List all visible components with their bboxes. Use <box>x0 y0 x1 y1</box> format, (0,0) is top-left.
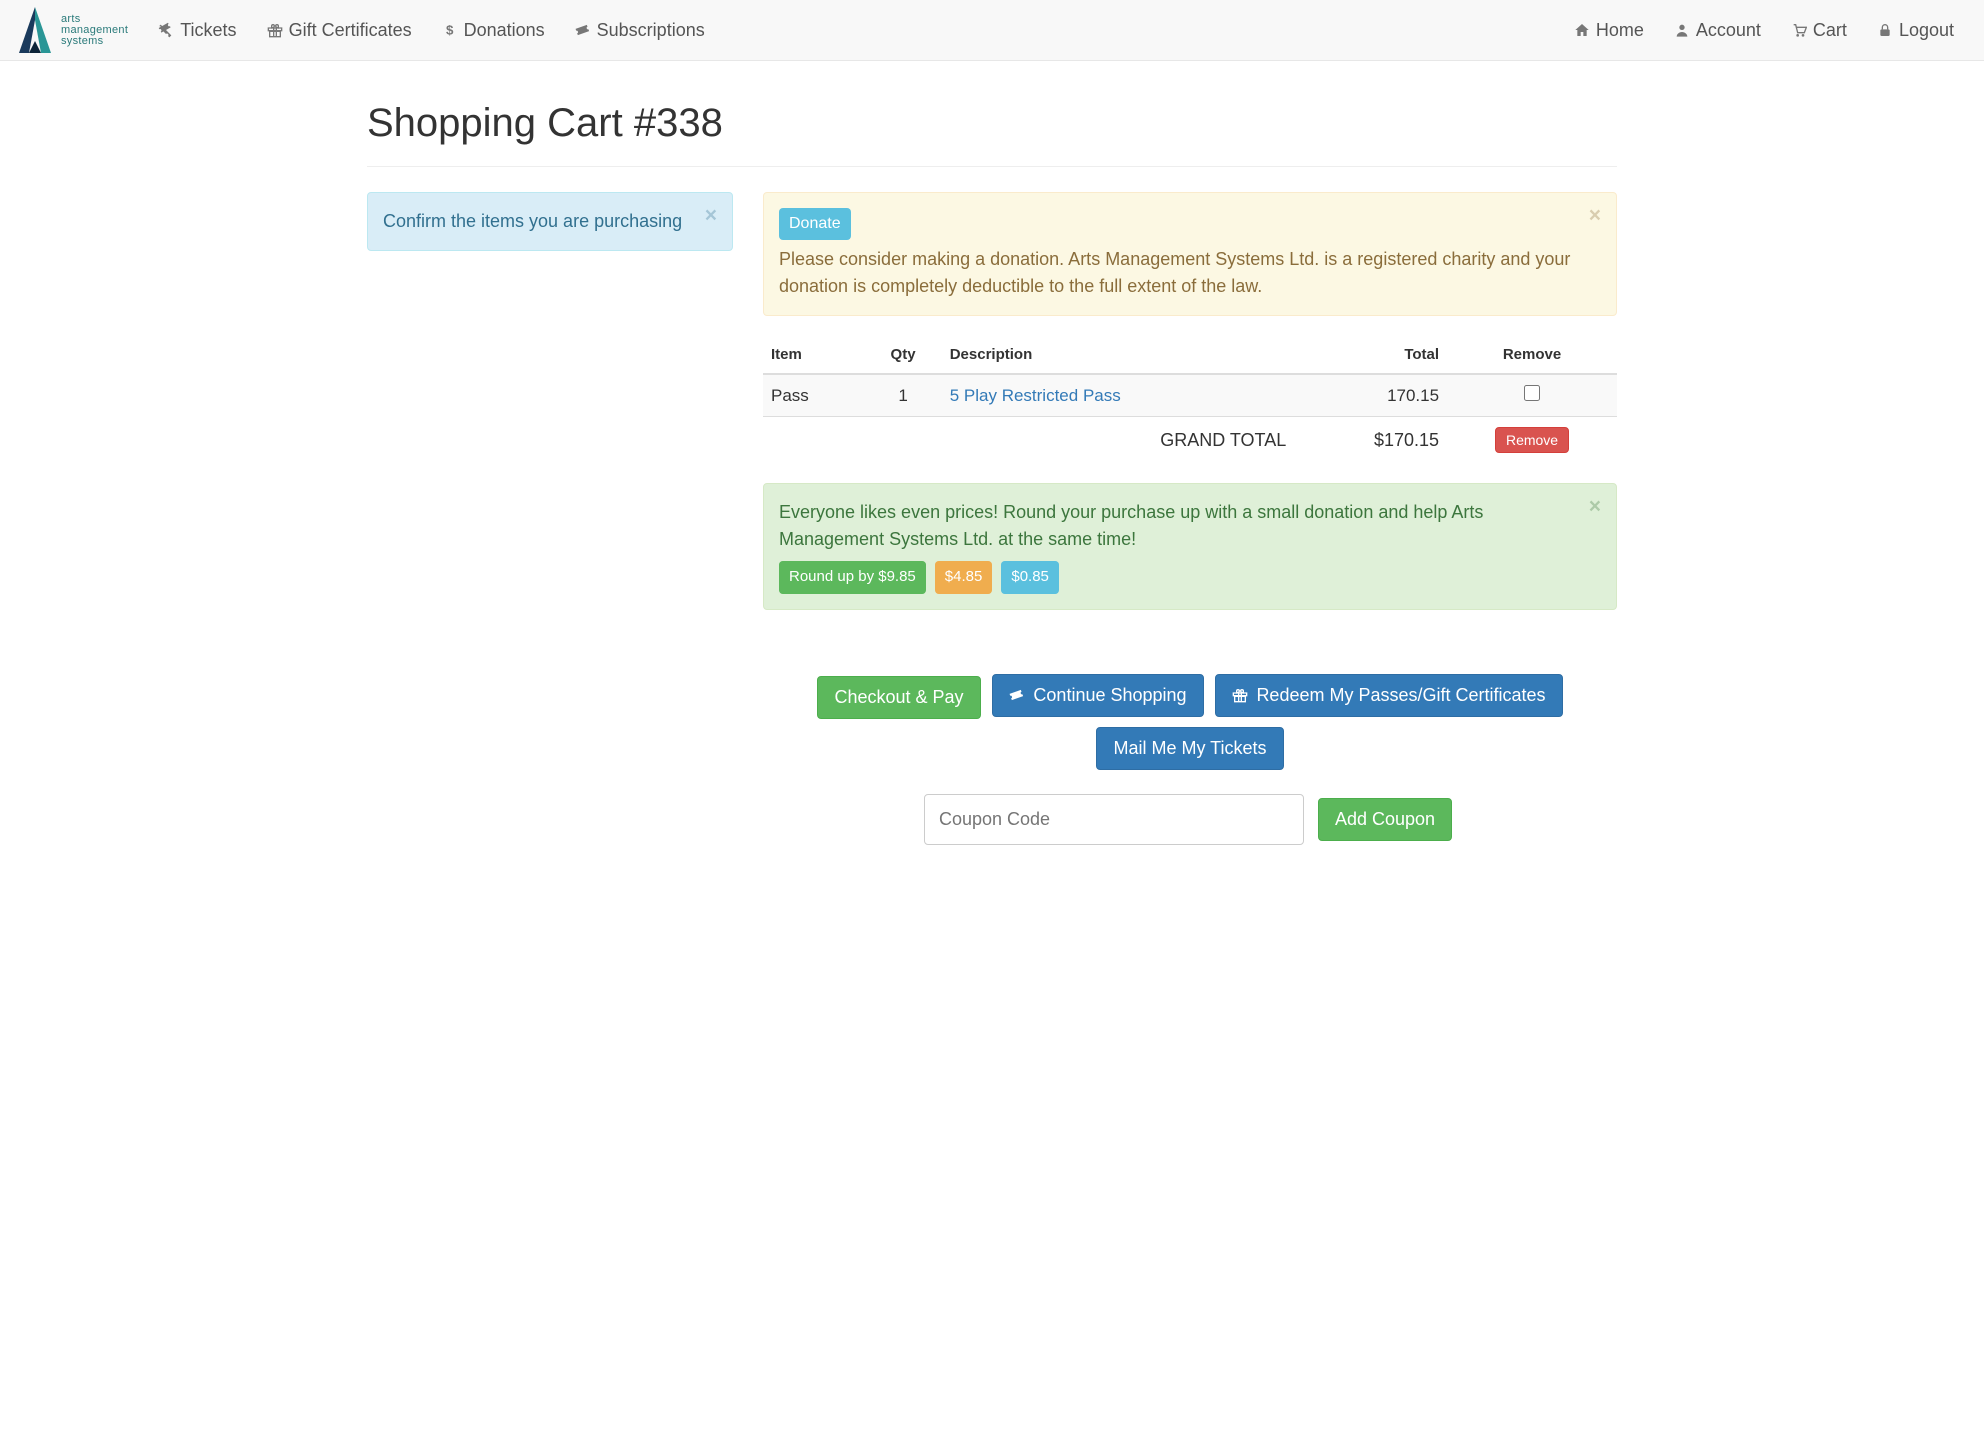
redeem-button[interactable]: Redeem My Passes/Gift Certificates <box>1215 674 1562 717</box>
grand-total: $170.15 <box>1294 417 1447 464</box>
nav-account[interactable]: Account <box>1659 5 1776 56</box>
cell-remove <box>1447 374 1617 417</box>
action-buttons: Checkout & Pay Continue Shopping Redeem … <box>763 670 1617 846</box>
brand-link[interactable]: arts management systems <box>15 0 143 60</box>
th-desc: Description <box>942 336 1295 374</box>
th-remove: Remove <box>1447 336 1617 374</box>
nav-subscriptions[interactable]: Subscriptions <box>560 5 720 56</box>
continue-shopping-button[interactable]: Continue Shopping <box>992 674 1203 717</box>
brand-text: arts management systems <box>61 14 128 47</box>
confirm-alert-text: Confirm the items you are purchasing <box>383 211 682 231</box>
grand-total-row: GRAND TOTAL $170.15 Remove <box>763 417 1617 464</box>
tickets-icon <box>575 22 591 38</box>
mail-tickets-button[interactable]: Mail Me My Tickets <box>1096 727 1283 770</box>
cell-qty: 1 <box>864 374 941 417</box>
coupon-input[interactable] <box>924 794 1304 845</box>
cart-table: Item Qty Description Total Remove Pass 1… <box>763 336 1617 463</box>
page-title: Shopping Cart #338 <box>367 101 1617 146</box>
nav-gift-certificates[interactable]: Gift Certificates <box>252 5 427 56</box>
close-icon[interactable]: × <box>1589 496 1601 517</box>
home-icon <box>1574 22 1590 38</box>
user-icon <box>1674 22 1690 38</box>
nav-donations[interactable]: $ Donations <box>427 5 560 56</box>
ticket-icon <box>158 22 174 38</box>
cart-icon <box>1791 22 1807 38</box>
th-total: Total <box>1294 336 1447 374</box>
confirm-alert: × Confirm the items you are purchasing <box>367 192 733 251</box>
donate-alert: × Donate Please consider making a donati… <box>763 192 1617 316</box>
add-coupon-button[interactable]: Add Coupon <box>1318 798 1452 841</box>
divider <box>367 166 1617 167</box>
roundup-button-3[interactable]: $0.85 <box>1001 561 1059 594</box>
item-link[interactable]: 5 Play Restricted Pass <box>950 386 1121 405</box>
gift-icon <box>267 22 283 38</box>
donate-text: Please consider making a donation. Arts … <box>779 249 1570 296</box>
nav-tickets[interactable]: Tickets <box>143 5 251 56</box>
nav-logout[interactable]: Logout <box>1862 5 1969 56</box>
ticket-icon <box>1009 687 1025 703</box>
dollar-icon: $ <box>442 22 458 38</box>
lock-icon <box>1877 22 1893 38</box>
roundup-button-1[interactable]: Round up by $9.85 <box>779 561 926 594</box>
remove-checkbox[interactable] <box>1524 385 1540 401</box>
th-qty: Qty <box>864 336 941 374</box>
close-icon[interactable]: × <box>705 205 717 226</box>
roundup-button-2[interactable]: $4.85 <box>935 561 993 594</box>
nav-cart[interactable]: Cart <box>1776 5 1862 56</box>
roundup-alert: × Everyone likes even prices! Round your… <box>763 483 1617 610</box>
table-row: Pass 1 5 Play Restricted Pass 170.15 <box>763 374 1617 417</box>
cell-total: 170.15 <box>1294 374 1447 417</box>
gift-icon <box>1232 687 1248 703</box>
cell-desc: 5 Play Restricted Pass <box>942 374 1295 417</box>
svg-text:$: $ <box>446 23 454 38</box>
remove-button[interactable]: Remove <box>1495 427 1569 453</box>
logo-icon <box>15 5 55 55</box>
cell-item: Pass <box>763 374 864 417</box>
close-icon[interactable]: × <box>1589 205 1601 226</box>
nav-home[interactable]: Home <box>1559 5 1659 56</box>
navbar: arts management systems Tickets Gift Cer… <box>0 0 1984 61</box>
donate-button[interactable]: Donate <box>779 208 851 240</box>
th-item: Item <box>763 336 864 374</box>
roundup-text: Everyone likes even prices! Round your p… <box>779 502 1483 549</box>
grand-label: GRAND TOTAL <box>942 417 1295 464</box>
checkout-button[interactable]: Checkout & Pay <box>817 676 980 719</box>
